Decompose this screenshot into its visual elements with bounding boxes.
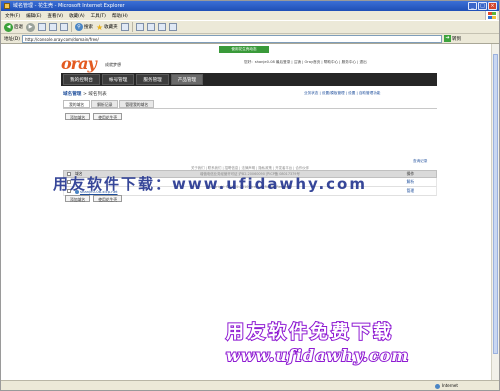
history-button[interactable] — [120, 23, 129, 31]
forward-button[interactable]: ▶ — [26, 22, 35, 32]
messenger-button[interactable] — [168, 23, 177, 31]
title-bar: 域名管理 - 花生壳 - Microsoft Internet Explorer… — [1, 1, 499, 11]
back-arrow-icon: ◀ — [4, 22, 13, 32]
top-user-info[interactable]: 您好：shanje0-08 最后登录 | 注销 | Oray首页 | 帮助中心 … — [244, 60, 444, 65]
menu-tools[interactable]: 工具(T) — [91, 13, 106, 19]
edit-button[interactable] — [157, 23, 166, 31]
menu-file[interactable]: 文件(F) — [5, 13, 20, 19]
minimize-button[interactable]: _ — [468, 2, 477, 10]
toolbar-separator — [71, 22, 72, 32]
watermark-text: 用友软件下载：www.ufidawhy.com — [53, 175, 367, 193]
query-records-link[interactable]: 查询记录 — [413, 159, 427, 164]
toolbar: ◀ 后退 ▶ ⚲ 搜索 ★ 收藏夹 — [1, 20, 499, 34]
tab-manage-domains[interactable]: 管理我的域名 — [119, 100, 155, 108]
go-label: 转到 — [451, 36, 461, 42]
use-peanut-button-bottom[interactable]: 使用花生壳 — [93, 195, 123, 202]
logo-text: oray — [61, 54, 97, 73]
footer-links[interactable]: 关于我们 | 联系我们 | 招聘信息 | 法律声明 | 隐私政策 | 开发者平台… — [1, 165, 499, 170]
nav-console[interactable]: 我的控制台 — [63, 74, 100, 85]
logo-subtitle: 成就梦想 — [105, 62, 121, 67]
stop-button[interactable] — [38, 23, 46, 31]
toolbar-separator — [131, 22, 133, 32]
star-icon: ★ — [96, 22, 104, 32]
menu-favorites[interactable]: 收藏(A) — [69, 13, 85, 19]
mail-button[interactable] — [135, 23, 144, 31]
go-arrow-icon: ➜ — [443, 35, 451, 42]
tab-divider — [63, 108, 437, 109]
menu-edit[interactable]: 编辑(E) — [26, 13, 41, 19]
use-peanut-button[interactable]: 使用花生壳 — [93, 113, 123, 120]
watermark-line2: www.ufidawhy.com — [225, 345, 410, 366]
back-button[interactable]: ◀ 后退 — [4, 22, 23, 32]
nav-product[interactable]: 产品管理 — [170, 74, 204, 85]
breadcrumb: 域名管理 > 域名列表 — [63, 91, 107, 97]
go-button[interactable]: ➜ 转到 — [443, 35, 461, 42]
main-nav: 我的控制台 帐号管理 服务管理 产品管理 — [61, 73, 437, 86]
search-label: 搜索 — [84, 25, 93, 30]
address-input[interactable]: http://console.oray.com/domain/free/ — [21, 34, 442, 43]
breadcrumb-sub: > 域名列表 — [83, 92, 107, 97]
search-icon: ⚲ — [75, 23, 83, 31]
right-links[interactable]: 业务状态 | 设置/模板管理 | 设置 | 自助管理功能 — [304, 91, 380, 96]
globe-icon — [435, 383, 440, 389]
breadcrumb-main[interactable]: 域名管理 — [63, 92, 81, 97]
nav-account[interactable]: 帐号管理 — [101, 74, 135, 85]
sub-tabs: 我的域名 解析记录 管理我的域名 — [63, 100, 155, 108]
vertical-scrollbar[interactable] — [491, 44, 499, 380]
refresh-button[interactable] — [49, 23, 57, 31]
nav-service[interactable]: 服务管理 — [136, 74, 169, 85]
address-bar: 地址(D) http://console.oray.com/domain/fre… — [1, 34, 499, 44]
search-button[interactable]: ⚲ 搜索 — [75, 23, 93, 31]
close-button[interactable]: × — [488, 2, 497, 10]
notice-tab[interactable]: 使用花生壳动态 — [219, 46, 269, 53]
menu-help[interactable]: 帮助(H) — [112, 13, 128, 19]
print-button[interactable] — [146, 23, 155, 31]
scroll-thumb[interactable] — [493, 54, 498, 354]
ie-icon — [4, 3, 10, 9]
security-zone: Internet — [435, 382, 475, 390]
tab-records[interactable]: 解析记录 — [91, 100, 119, 108]
home-button[interactable] — [60, 23, 68, 31]
watermark-stamp: 用友软件免费下载 www.ufidawhy.com — [225, 318, 472, 366]
address-label: 地址(D) — [4, 36, 20, 42]
back-label: 后退 — [14, 25, 23, 30]
maximize-button[interactable]: □ — [478, 2, 487, 10]
favorites-label: 收藏夹 — [104, 25, 118, 30]
zone-label: Internet — [442, 383, 458, 388]
menu-view[interactable]: 查看(V) — [47, 13, 63, 19]
top-button-row: 添加域名 使用花生壳 — [65, 113, 123, 120]
tab-my-domains[interactable]: 我的域名 — [63, 100, 91, 108]
browser-window: 域名管理 - 花生壳 - Microsoft Internet Explorer… — [0, 0, 500, 391]
status-bar: Internet — [1, 380, 499, 390]
windows-logo-icon — [485, 11, 497, 20]
watermark-line1: 用友软件免费下载 — [225, 321, 394, 344]
window-controls: _ □ × — [468, 2, 497, 10]
window-title: 域名管理 - 花生壳 - Microsoft Internet Explorer — [13, 3, 125, 9]
bottom-button-row: 添加域名 使用花生壳 — [65, 195, 123, 202]
add-domain-button-bottom[interactable]: 添加域名 — [65, 195, 91, 202]
oray-logo[interactable]: oray 成就梦想 — [61, 56, 161, 72]
add-domain-button[interactable]: 添加域名 — [65, 113, 91, 120]
favorites-button[interactable]: ★ 收藏夹 — [96, 23, 118, 32]
menu-bar: 文件(F) 编辑(E) 查看(V) 收藏(A) 工具(T) 帮助(H) — [1, 11, 499, 20]
